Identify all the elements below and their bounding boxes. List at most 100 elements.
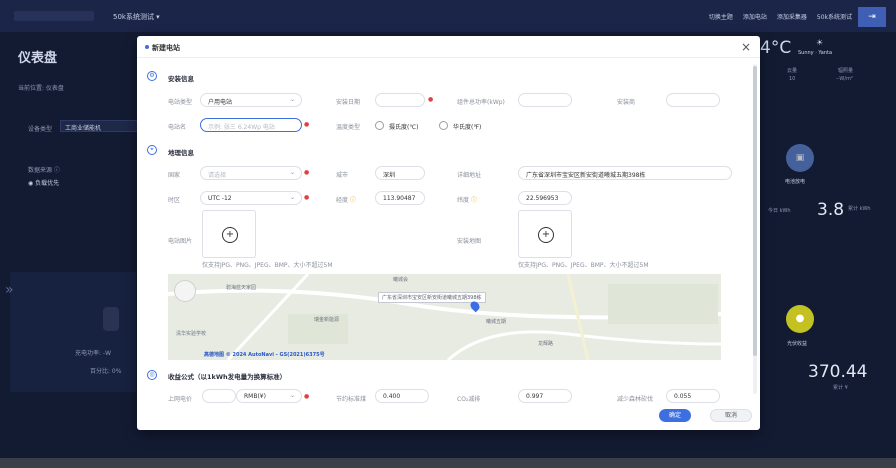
device-type-select[interactable]: 工商业储能机 — [60, 120, 140, 132]
address-label: 详细地址 — [457, 172, 482, 179]
city-input[interactable]: 深圳 — [375, 166, 425, 180]
scrollbar-thumb[interactable] — [753, 66, 757, 356]
weather-temp: 4°C — [760, 38, 792, 58]
station-type-select[interactable]: 户用电站 ⌄ — [200, 93, 302, 107]
info-icon[interactable]: ⓘ — [471, 197, 477, 204]
station-name-label: 电站名 — [168, 124, 187, 131]
chevron-down-icon: ⌄ — [289, 194, 295, 201]
coal-input[interactable]: 0.400 — [375, 389, 429, 403]
account-menu[interactable]: 50k系统测试 — [817, 12, 852, 21]
country-label: 国家 — [168, 172, 181, 179]
close-icon[interactable]: × — [741, 40, 751, 54]
install-map-upload[interactable]: + — [518, 210, 572, 258]
fahrenheit-radio[interactable] — [439, 121, 448, 130]
currency-select[interactable]: RMB(¥) ⌄ — [236, 389, 302, 403]
battery-discharge-icon: ▣ — [786, 144, 814, 172]
dialog-scrollbar[interactable] — [753, 64, 757, 394]
map-label: 瑞金新能源 — [314, 317, 340, 323]
station-image-hint: 仅支持JPG、PNG、JPEG、BMP、大小不超过5M — [202, 262, 333, 269]
installer-label: 安装商 — [617, 99, 636, 106]
add-collector-button[interactable]: 添加采集器 — [777, 12, 807, 21]
dialog-title: 新建电站 — [152, 44, 180, 52]
cloud-label: 云量 — [787, 68, 798, 74]
forest-input[interactable]: 0.055 — [666, 389, 720, 403]
required-mark: ● — [304, 194, 310, 201]
pv-revenue-value: 370.44 — [808, 362, 868, 382]
station-type-label: 电站类型 — [168, 99, 193, 106]
map-label: 碧海蓝天家园 — [226, 285, 257, 291]
topbar-actions: 切换主题 添加电站 添加采集器 50k系统测试 — [709, 12, 852, 21]
top-bar: 50k系统测试 ▾ 切换主题 添加电站 添加采集器 50k系统测试 ⇥ — [0, 0, 896, 32]
new-station-dialog: 新建电站 × ⚙ 安装信息 电站类型 户用电站 ⌄ 安装日期 ● 组件总功率(kW… — [137, 36, 760, 430]
install-map-label: 安装地图 — [457, 238, 482, 245]
discharge-unit: 累计 kWh — [848, 206, 871, 212]
map-label: 曦城会 — [393, 277, 409, 283]
temp-type-label: 温度类型 — [336, 124, 361, 131]
revenue-heading: 收益公式（以1kWh发电量为换算标准） — [168, 373, 287, 381]
co2-label: CO₂减排 — [457, 396, 481, 403]
station-name-input[interactable]: 示例: 张三 6.24Wp 电站 — [200, 118, 302, 132]
add-station-button[interactable]: 添加电站 — [743, 12, 767, 21]
latitude-input[interactable]: 22.596953 — [518, 191, 572, 205]
latitude-label: 纬度 ⓘ — [457, 195, 477, 204]
info-icon[interactable]: ⓘ — [350, 197, 356, 204]
latitude-label-text: 纬度 — [457, 197, 470, 204]
percent-text: 百分比: 0% — [90, 368, 122, 375]
celsius-radio[interactable] — [375, 121, 384, 130]
plus-icon: + — [222, 227, 238, 243]
install-info-icon: ⚙ — [147, 71, 157, 81]
discharge-value: 3.8 — [817, 200, 845, 220]
chevron-down-icon: ⌄ — [289, 96, 295, 103]
install-date-label: 安装日期 — [336, 99, 361, 106]
dialog-header: 新建电站 × — [137, 36, 760, 58]
longitude-input[interactable]: 113.90487 — [375, 191, 425, 205]
longitude-label: 经度 ⓘ — [336, 195, 356, 204]
pv-revenue-icon: ● — [786, 305, 814, 333]
country-select[interactable]: 请选择 ⌄ — [200, 166, 302, 180]
timezone-value: UTC -12 — [208, 195, 232, 202]
required-mark: ● — [304, 393, 310, 400]
brand-logo — [14, 11, 94, 21]
install-date-input[interactable] — [375, 93, 425, 107]
grid-price-input[interactable] — [202, 389, 236, 403]
station-image-upload[interactable]: + — [202, 210, 256, 258]
cloud-value: 10 — [789, 76, 796, 82]
grid-price-label: 上网电价 — [168, 396, 193, 403]
theme-switch-button[interactable]: 切换主题 — [709, 12, 733, 21]
capacity-label: 组件总功率(kWp) — [457, 99, 505, 106]
map-compass-control[interactable] — [174, 280, 196, 302]
location-map[interactable]: 曦城会 碧海蓝天家园 瑞金新能源 曦城五期 龙辉路 清华实验学校 广东省深圳市宝… — [168, 274, 721, 360]
page-title: 仪表盘 — [18, 51, 58, 66]
capacity-input[interactable] — [518, 93, 572, 107]
timezone-select[interactable]: UTC -12 ⌄ — [200, 191, 302, 205]
battery-icon — [103, 307, 119, 331]
fahrenheit-label: 华氏度(℉) — [453, 124, 482, 131]
co2-input[interactable]: 0.997 — [518, 389, 572, 403]
data-source-label: 数据来源 ⓘ — [28, 167, 60, 174]
station-type-value: 户用电站 — [208, 99, 233, 106]
data-source-option-label: 负载优先 — [35, 180, 60, 187]
irradiance-value: --W/m² — [836, 76, 853, 82]
country-placeholder: 请选择 — [208, 172, 227, 179]
install-info-heading: 安装信息 — [168, 75, 194, 83]
forest-label: 减少森林砍伐 — [617, 396, 654, 403]
cancel-button[interactable]: 取消 — [710, 409, 752, 422]
longitude-label-text: 经度 — [336, 197, 349, 204]
revenue-info-icon: ◎ — [147, 370, 157, 380]
timezone-label: 时区 — [168, 197, 181, 204]
breadcrumb: 当前位置: 仪表盘 — [18, 85, 64, 92]
data-source-option[interactable]: ◉ 负载优先 — [28, 178, 59, 187]
required-mark: ● — [428, 96, 434, 103]
logout-icon[interactable]: ⇥ — [858, 7, 886, 27]
station-image-label: 电站图片 — [168, 238, 193, 245]
address-input[interactable]: 广东省深圳市宝安区新安街道曦城五期398栋 — [518, 166, 732, 180]
installer-input[interactable] — [666, 93, 720, 107]
title-dot-icon — [145, 45, 149, 49]
map-address-tooltip: 广东省深圳市宝安区新安街道曦城五期398栋 — [378, 292, 486, 303]
pv-revenue-label: 光伏收益 — [787, 341, 808, 347]
confirm-button[interactable]: 确定 — [659, 409, 691, 422]
chevron-down-icon: ⌄ — [289, 392, 295, 399]
expand-arrow-icon[interactable]: » — [5, 282, 14, 298]
map-label: 曦城五期 — [486, 319, 507, 325]
system-selector[interactable]: 50k系统测试 ▾ — [113, 12, 160, 22]
